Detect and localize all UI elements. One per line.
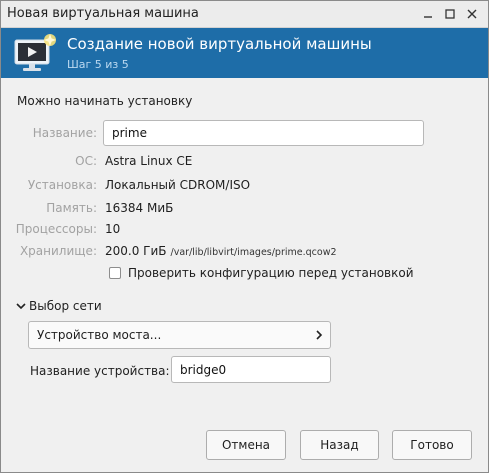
- network-selection-value: Устройство моста...: [37, 328, 162, 342]
- storage-value: 200.0 ГиБ/var/lib/libvirt/images/prime.q…: [105, 244, 337, 258]
- close-button[interactable]: [463, 5, 481, 23]
- storage-size: 200.0 ГиБ: [105, 244, 167, 258]
- chevron-right-icon: [316, 330, 323, 340]
- maximize-button[interactable]: [441, 5, 459, 23]
- customize-checkbox-label[interactable]: Проверить конфигурацию перед установкой: [128, 266, 414, 280]
- vm-name-input[interactable]: [103, 120, 424, 146]
- cpus-label: Процессоры:: [15, 222, 97, 236]
- install-label: Установка:: [27, 178, 97, 192]
- ready-label: Можно начинать установку: [17, 94, 193, 108]
- close-icon: [467, 9, 477, 19]
- storage-label: Хранилище:: [19, 244, 97, 258]
- maximize-icon: [445, 9, 455, 19]
- network-section-label: Выбор сети: [29, 299, 102, 313]
- device-name-input[interactable]: [171, 356, 331, 383]
- wizard-step: Шаг 5 из 5: [67, 58, 129, 71]
- minimize-icon: [424, 16, 432, 18]
- install-value: Локальный CDROM/ISO: [105, 178, 251, 192]
- new-vm-monitor-icon: [14, 34, 56, 71]
- network-section-toggle[interactable]: Выбор сети: [15, 299, 102, 313]
- device-name-label: Название устройства:: [30, 364, 170, 378]
- wizard-header: Создание новой виртуальной машины Шаг 5 …: [1, 28, 488, 78]
- os-label: ОС:: [75, 154, 97, 168]
- os-value: Astra Linux CE: [105, 154, 193, 168]
- network-selection-dropdown[interactable]: Устройство моста...: [28, 321, 331, 349]
- cpus-value: 10: [105, 222, 121, 236]
- storage-path: /var/lib/libvirt/images/prime.qcow2: [170, 247, 337, 258]
- window-title: Новая виртуальная машина: [7, 6, 199, 21]
- name-label: Название:: [32, 126, 97, 140]
- back-button[interactable]: Назад: [300, 430, 379, 460]
- memory-label: Память:: [46, 201, 97, 215]
- new-vm-dialog: Новая виртуальная машина Создание новой …: [0, 0, 489, 473]
- title-bar[interactable]: Новая виртуальная машина: [1, 1, 488, 28]
- chevron-down-icon: [16, 303, 26, 310]
- memory-value: 16384 МиБ: [105, 201, 174, 215]
- minimize-button[interactable]: [419, 5, 437, 23]
- cancel-button[interactable]: Отмена: [206, 430, 286, 460]
- customize-checkbox[interactable]: [109, 267, 121, 279]
- wizard-title: Создание новой виртуальной машины: [67, 35, 372, 53]
- finish-button[interactable]: Готово: [392, 430, 472, 460]
